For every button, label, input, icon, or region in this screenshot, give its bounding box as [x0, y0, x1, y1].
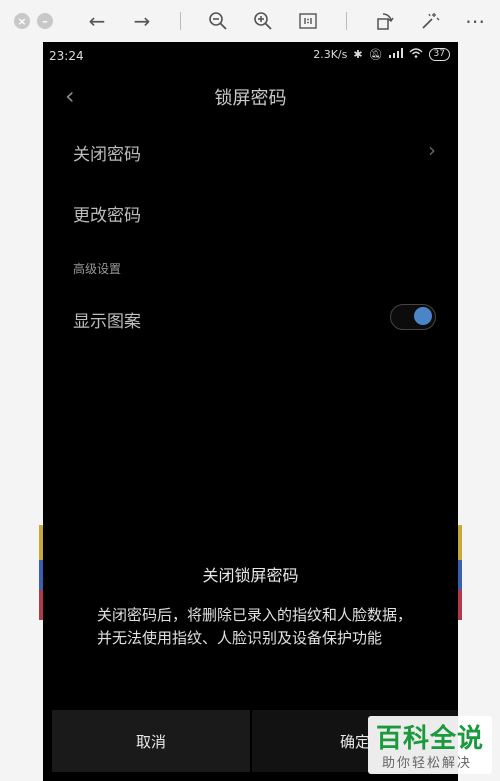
change-password-label: 更改密码	[73, 206, 141, 226]
show-pattern-row: 显示图案	[73, 304, 436, 332]
toggle-knob	[414, 307, 432, 325]
magic-wand-icon[interactable]	[417, 8, 443, 34]
change-password-row[interactable]: 更改密码	[73, 201, 436, 226]
arrow-right-icon[interactable]: →	[129, 8, 155, 34]
network-speed: 2.3K/s	[313, 48, 348, 61]
zoom-out-icon[interactable]	[205, 8, 231, 34]
phone-screen: 23:24 2.3K/s ✱ 🔕︎ 37 ‹ 锁屏密码 关闭密码 › 更改密码 …	[43, 42, 458, 781]
chevron-right-icon: ›	[428, 138, 436, 162]
status-icons: 2.3K/s ✱ 🔕︎ 37	[313, 48, 450, 61]
zoom-in-icon[interactable]	[250, 8, 276, 34]
cancel-button[interactable]: 取消	[52, 710, 250, 772]
more-icon[interactable]: ⋯	[462, 8, 488, 34]
dialog-message: 关闭密码后，将删除已录入的指纹和人脸数据，并无法使用指纹、人脸识别及设备保护功能	[97, 606, 413, 647]
show-pattern-label: 显示图案	[73, 312, 141, 332]
close-password-row[interactable]: 关闭密码 ›	[73, 138, 436, 165]
close-password-label: 关闭密码	[73, 145, 141, 165]
status-bar: 23:24 2.3K/s ✱ 🔕︎ 37	[43, 42, 458, 70]
watermark-main-text: 百科全说	[376, 724, 485, 754]
side-strip	[458, 590, 462, 620]
close-icon[interactable]: ×	[14, 13, 30, 29]
battery-icon: 37	[428, 48, 450, 61]
dialog-title: 关闭锁屏密码	[202, 566, 299, 585]
watermark-sub-text: 助你轻松解决	[382, 756, 473, 771]
bluetooth-icon: ✱	[353, 48, 363, 61]
show-pattern-toggle[interactable]	[390, 304, 436, 330]
actual-size-icon[interactable]	[295, 8, 321, 34]
arrow-left-icon[interactable]: ←	[84, 8, 110, 34]
wifi-icon	[409, 48, 423, 61]
side-strip	[458, 560, 462, 590]
viewer-toolbar: × – ← → ⋯	[0, 0, 500, 42]
minimize-icon[interactable]: –	[37, 13, 53, 29]
toolbar-divider	[180, 12, 181, 30]
rotate-icon[interactable]	[372, 8, 398, 34]
page-header: ‹ 锁屏密码	[43, 80, 458, 114]
silent-icon: 🔕︎	[368, 48, 383, 61]
page-title: 锁屏密码	[214, 88, 287, 109]
toolbar-divider	[346, 12, 347, 30]
side-strip	[458, 525, 462, 560]
section-header-advanced: 高级设置	[73, 262, 122, 276]
status-time: 23:24	[49, 49, 84, 63]
watermark-logo: 百科全说 助你轻松解决	[368, 716, 492, 774]
signal-icon	[388, 48, 403, 61]
